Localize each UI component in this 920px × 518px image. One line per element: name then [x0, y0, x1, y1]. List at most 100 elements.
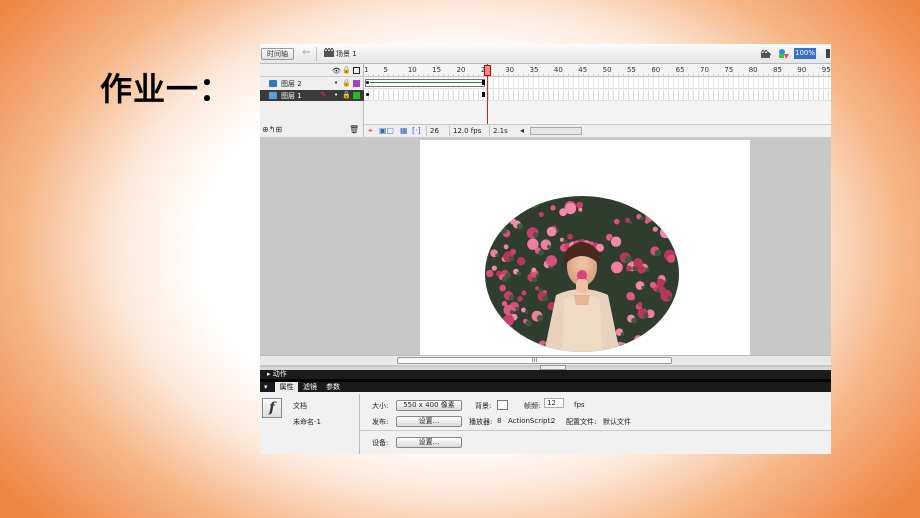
- timeline-scrollbar[interactable]: [530, 127, 582, 135]
- leaf: [516, 271, 522, 276]
- zoom-field[interactable]: 100%: [794, 48, 816, 59]
- stage[interactable]: [420, 140, 750, 355]
- properties-tab-bar: ▾ 属性 滤镜 参数: [260, 382, 831, 392]
- profile-value: 默认文件: [603, 418, 631, 426]
- framerate-input[interactable]: 12: [544, 398, 564, 408]
- layer-row-1[interactable]: 图层 1 ✎ • 🔒: [260, 90, 364, 101]
- ruler-tick-20: 20: [456, 66, 466, 74]
- current-frame: 26: [426, 126, 439, 136]
- leaf: [631, 317, 637, 324]
- back-arrow-icon[interactable]: ⇐: [302, 47, 310, 58]
- rose: [513, 346, 522, 352]
- actionscript-label: ActionScript:: [508, 417, 553, 425]
- layer-row-2[interactable]: 图层 2 • 🔒: [260, 78, 364, 89]
- leaf: [500, 226, 508, 234]
- rose: [652, 226, 658, 232]
- background-color-swatch[interactable]: [497, 400, 508, 410]
- lock-icon[interactable]: 🔒: [342, 91, 351, 99]
- end-keyframe[interactable]: [482, 92, 485, 97]
- leaf: [624, 256, 632, 264]
- tab-parameters[interactable]: 参数: [326, 382, 340, 392]
- frame-rate-display: 12.0 fps: [449, 126, 481, 136]
- flash-logo-icon: f: [262, 398, 282, 418]
- edit-symbol-icon[interactable]: [778, 48, 790, 59]
- rose: [531, 267, 537, 273]
- device-label: 设备:: [372, 439, 389, 447]
- collapse-arrow-icon[interactable]: ▾: [264, 383, 268, 391]
- keyframe[interactable]: [366, 81, 369, 84]
- rose: [528, 199, 536, 207]
- rose: [521, 290, 527, 296]
- leaf: [502, 276, 508, 282]
- rose: [634, 335, 643, 344]
- onion-skin-icon[interactable]: ▣▢: [379, 126, 394, 135]
- ruler-tick-60: 60: [651, 66, 661, 74]
- frame-grid[interactable]: 15101520253035404550556065707580859095 ⌖…: [364, 64, 831, 137]
- leaf: [638, 338, 645, 345]
- eye-icon[interactable]: 👁: [332, 67, 341, 75]
- rose: [491, 265, 497, 271]
- center-frame-icon[interactable]: ⌖: [368, 126, 373, 136]
- edit-scene-icon[interactable]: [760, 48, 772, 59]
- leaf: [542, 295, 549, 302]
- rose: [564, 203, 577, 215]
- rose: [642, 202, 650, 210]
- frame-row-layer-2[interactable]: [364, 78, 831, 89]
- scroll-left-icon[interactable]: ◂: [520, 126, 524, 135]
- publish-label: 发布:: [372, 418, 389, 426]
- add-layer-icon[interactable]: ⊕↰⊞: [262, 125, 282, 134]
- leaf: [502, 215, 509, 221]
- layer-icon: [269, 92, 277, 99]
- leaf: [644, 267, 650, 272]
- publish-settings-button[interactable]: 设置...: [396, 416, 462, 427]
- edit-multiple-frames-icon[interactable]: ▦: [400, 126, 408, 135]
- lock-icon[interactable]: 🔒: [342, 79, 351, 87]
- leaf: [501, 201, 509, 208]
- leaf: [487, 214, 493, 221]
- masked-photo[interactable]: [484, 195, 680, 353]
- trash-icon[interactable]: 🗑: [349, 125, 359, 134]
- ruler-tick-35: 35: [529, 66, 539, 74]
- onion-markers-icon[interactable]: [·]: [412, 126, 421, 135]
- leaf: [486, 210, 490, 215]
- tween-span[interactable]: [365, 79, 485, 87]
- visibility-dot[interactable]: •: [334, 91, 338, 99]
- rose: [485, 269, 494, 278]
- outline-icon[interactable]: [353, 67, 360, 74]
- keyframe[interactable]: [366, 93, 369, 96]
- end-keyframe[interactable]: [482, 80, 485, 85]
- frame-ruler[interactable]: 15101520253035404550556065707580859095: [364, 64, 831, 77]
- stage-h-scrollbar[interactable]: III: [260, 355, 831, 365]
- actions-panel-header[interactable]: ▸ 动作: [260, 370, 831, 379]
- frame-row-layer-1[interactable]: [364, 90, 831, 101]
- visibility-dot[interactable]: •: [334, 79, 338, 87]
- scene-label[interactable]: 场景 1: [336, 49, 357, 59]
- rose: [502, 314, 515, 326]
- leaf: [487, 198, 490, 202]
- rose: [550, 205, 556, 211]
- rose: [611, 261, 623, 274]
- leaf: [536, 314, 544, 322]
- tab-properties[interactable]: 属性: [275, 382, 298, 392]
- size-button[interactable]: 550 x 400 像素: [396, 400, 462, 411]
- lock-icon[interactable]: 🔒: [342, 66, 351, 74]
- ruler-tick-45: 45: [578, 66, 588, 74]
- scene-icon: [324, 48, 334, 57]
- zoom-dropdown[interactable]: [826, 49, 830, 58]
- leaf: [525, 320, 532, 327]
- stage-workspace[interactable]: III: [260, 137, 831, 370]
- timeline-toggle-button[interactable]: 时间轴: [261, 48, 294, 60]
- stage-scroll-thumb[interactable]: III: [397, 357, 672, 364]
- tab-filters[interactable]: 滤镜: [303, 382, 317, 392]
- device-settings-button[interactable]: 设置...: [396, 437, 462, 448]
- layer-color-swatch[interactable]: [353, 92, 360, 99]
- leaf: [640, 216, 644, 221]
- ruler-tick-15: 15: [432, 66, 442, 74]
- layer-color-swatch[interactable]: [353, 80, 360, 87]
- leaf: [646, 205, 652, 211]
- playhead[interactable]: [484, 65, 491, 76]
- rose: [628, 196, 636, 203]
- rose: [645, 214, 654, 222]
- rose: [503, 244, 509, 250]
- leaf: [516, 223, 523, 230]
